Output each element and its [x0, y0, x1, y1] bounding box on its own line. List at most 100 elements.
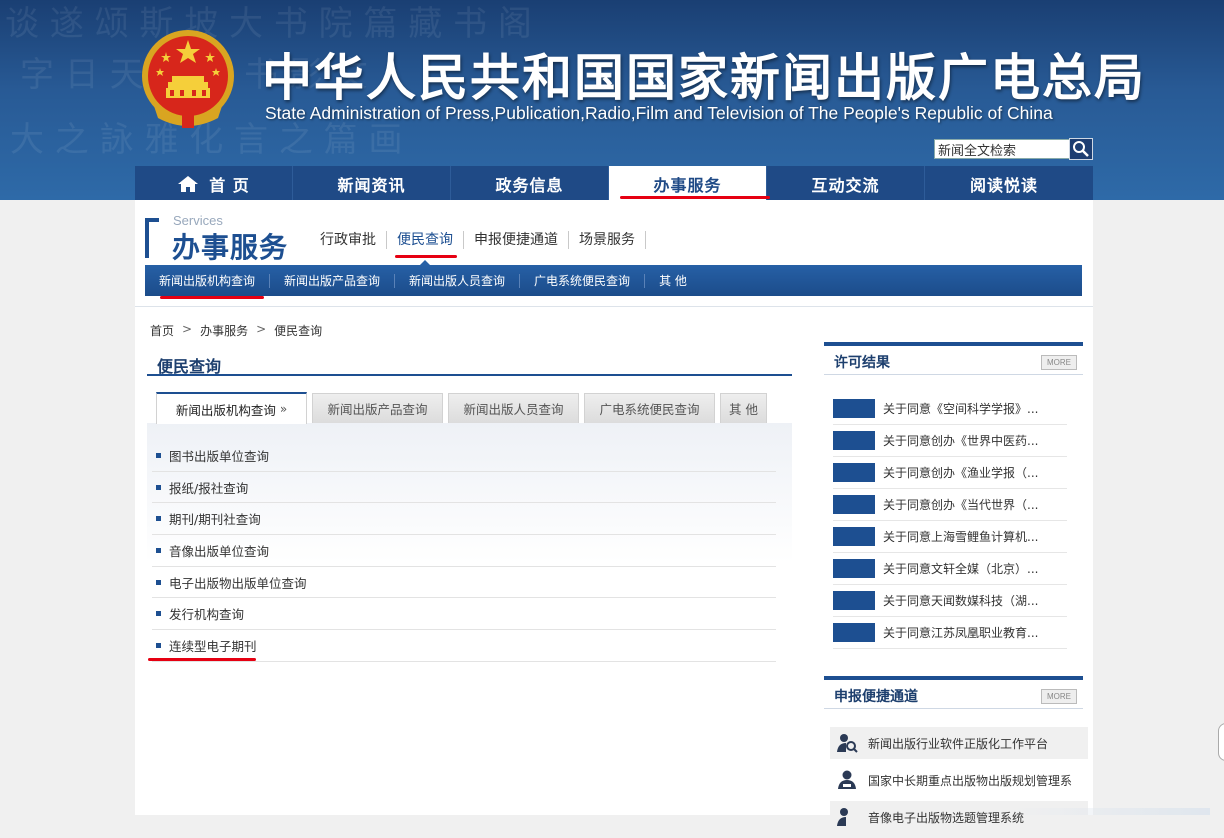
- home-icon: [178, 175, 199, 192]
- list-item[interactable]: 关于同意江苏凤凰职业教育...: [833, 617, 1067, 649]
- nav-government-info[interactable]: 政务信息: [451, 166, 609, 201]
- list-item-label: 图书出版单位查询: [169, 448, 270, 464]
- list-item[interactable]: 新闻出版行业软件正版化工作平台: [830, 727, 1088, 759]
- bar-personnel-query[interactable]: 新闻出版人员查询: [395, 273, 521, 288]
- subnav-admin-approval[interactable]: 行政审批: [310, 231, 387, 249]
- list-item[interactable]: 电子出版物出版单位查询: [152, 567, 776, 599]
- divider: [135, 306, 1093, 307]
- nav-news[interactable]: 新闻资讯: [293, 166, 451, 201]
- list-item-label: 电子出版物出版单位查询: [169, 575, 307, 591]
- sidebar-title-bar: [824, 676, 1083, 680]
- annotation-underline: [160, 296, 264, 299]
- report-item-text: 音像电子出版物选题管理系统: [868, 810, 1025, 825]
- search-button[interactable]: [1069, 138, 1093, 160]
- bullet-icon: [156, 642, 161, 648]
- scroll-handle[interactable]: [1218, 723, 1224, 761]
- nav-home-label: 首 页: [209, 175, 250, 195]
- license-item-text: 关于同意创办《渔业学报（...: [883, 466, 1039, 480]
- list-item-label: 连续型电子期刊: [169, 638, 257, 654]
- bullet-icon: [156, 579, 161, 585]
- query-list: 图书出版单位查询 报纸/报社查询 期刊/期刊社查询 音像出版单位查询 电子出版物…: [152, 440, 776, 662]
- list-item[interactable]: 音像电子出版物选题管理系统: [830, 801, 1088, 833]
- breadcrumb-home[interactable]: 首页: [150, 322, 174, 339]
- report-list: 新闻出版行业软件正版化工作平台 国家中长期重点出版物出版规划管理系 音像电子出版…: [830, 727, 1088, 838]
- bar-org-query[interactable]: 新闻出版机构查询: [145, 273, 271, 288]
- list-item-label: 音像出版单位查询: [169, 543, 270, 559]
- tab-other[interactable]: 其 他: [720, 393, 767, 423]
- nav-reading[interactable]: 阅读悦读: [925, 166, 1083, 201]
- bullet-icon: [156, 452, 161, 458]
- main-nav: 首 页 新闻资讯 政务信息 办事服务 互动交流 阅读悦读: [135, 166, 1093, 201]
- list-item-label: 期刊/期刊社查询: [169, 512, 261, 528]
- annotation-underline: [395, 255, 457, 258]
- query-category-bar: 新闻出版机构查询 新闻出版产品查询 新闻出版人员查询 广电系统便民查询 其 他: [145, 265, 1082, 296]
- subnav-scenario-service[interactable]: 场景服务: [569, 231, 646, 249]
- list-marker: [833, 559, 875, 578]
- list-item[interactable]: 报纸/报社查询: [152, 472, 776, 504]
- services-accent: [145, 218, 149, 258]
- search-field[interactable]: [934, 139, 1071, 159]
- user-search-icon: [837, 808, 848, 826]
- license-list: 关于同意《空间科学学报》... 关于同意创办《世界中医药... 关于同意创办《渔…: [833, 393, 1067, 649]
- tab-personnel-query[interactable]: 新闻出版人员查询: [448, 393, 579, 423]
- bottom-fade: [1010, 808, 1210, 815]
- subnav-declaration-channel[interactable]: 申报便捷通道: [464, 231, 569, 249]
- annotation-underline: [620, 196, 770, 199]
- sidebar-divider: [824, 708, 1083, 709]
- tab-product-query[interactable]: 新闻出版产品查询: [312, 393, 443, 423]
- search-input[interactable]: [935, 140, 1071, 159]
- tab-broadcast-query[interactable]: 广电系统便民查询: [584, 393, 715, 423]
- breadcrumb-current: 便民查询: [274, 324, 323, 338]
- breadcrumb: 首页 > 办事服务 > 便民查询: [150, 322, 322, 339]
- license-item-text: 关于同意上海雪鲤鱼计算机...: [883, 530, 1039, 544]
- list-marker: [833, 463, 875, 482]
- tab-org-query[interactable]: 新闻出版机构查询 »: [156, 392, 307, 424]
- national-emblem-icon: [142, 30, 234, 128]
- bar-product-query[interactable]: 新闻出版产品查询: [270, 273, 396, 288]
- list-item[interactable]: 关于同意《空间科学学报》...: [833, 393, 1067, 425]
- site-subtitle: State Administration of Press,Publicatio…: [265, 103, 1053, 123]
- breadcrumb-separator: >: [182, 322, 193, 336]
- annotation-underline: [148, 658, 256, 661]
- list-item[interactable]: 关于同意创办《当代世界（...: [833, 489, 1067, 521]
- list-item[interactable]: 发行机构查询: [152, 598, 776, 631]
- license-item-text: 关于同意江苏凤凰职业教育...: [883, 626, 1039, 640]
- breadcrumb-services[interactable]: 办事服务: [200, 322, 248, 339]
- report-item-text: 新闻出版行业软件正版化工作平台: [868, 736, 1049, 751]
- license-item-text: 关于同意创办《世界中医药...: [883, 434, 1039, 448]
- list-item[interactable]: 关于同意文轩全媒（北京）...: [833, 553, 1067, 585]
- services-subnav: 行政审批 便民查询 申报便捷通道 场景服务: [310, 231, 646, 249]
- list-item[interactable]: 音像出版单位查询: [152, 535, 776, 567]
- list-item[interactable]: 图书出版单位查询: [152, 440, 776, 472]
- nav-home[interactable]: 首 页: [135, 166, 293, 201]
- report-channel-title: 申报便捷通道: [834, 689, 918, 705]
- license-item-text: 关于同意创办《当代世界（...: [883, 498, 1039, 512]
- license-item-text: 关于同意《空间科学学报》...: [883, 402, 1039, 416]
- list-item-label: 报纸/报社查询: [169, 480, 249, 496]
- bullet-icon: [156, 516, 161, 522]
- list-marker: [833, 399, 875, 418]
- list-item[interactable]: 关于同意创办《世界中医药...: [833, 425, 1067, 457]
- list-item[interactable]: 关于同意创办《渔业学报（...: [833, 457, 1067, 489]
- license-item-text: 关于同意文轩全媒（北京）...: [883, 562, 1039, 576]
- list-item[interactable]: 关于同意天闻数媒科技（湖...: [833, 585, 1067, 617]
- list-item[interactable]: 国家中长期重点出版物出版规划管理系: [830, 764, 1088, 796]
- list-item-label: 发行机构查询: [169, 607, 245, 623]
- list-item[interactable]: 期刊/期刊社查询: [152, 503, 776, 536]
- license-more-button[interactable]: MORE: [1041, 355, 1077, 370]
- subnav-public-query[interactable]: 便民查询: [387, 231, 464, 249]
- list-item[interactable]: 关于同意上海雪鲤鱼计算机...: [833, 521, 1067, 553]
- bar-broadcast-query[interactable]: 广电系统便民查询: [520, 273, 646, 288]
- list-marker: [833, 623, 875, 642]
- list-marker: [833, 527, 875, 546]
- bar-other[interactable]: 其 他: [645, 274, 701, 288]
- services-accent: [145, 218, 159, 222]
- services-title: 办事服务: [172, 231, 289, 264]
- list-marker: [833, 495, 875, 514]
- sidebar-divider: [824, 374, 1083, 375]
- double-chevron-right-icon: »: [279, 402, 288, 416]
- nav-interaction[interactable]: 互动交流: [767, 166, 925, 201]
- license-item-text: 关于同意天闻数媒科技（湖...: [883, 594, 1039, 608]
- list-marker: [833, 591, 875, 610]
- report-more-button[interactable]: MORE: [1041, 689, 1077, 704]
